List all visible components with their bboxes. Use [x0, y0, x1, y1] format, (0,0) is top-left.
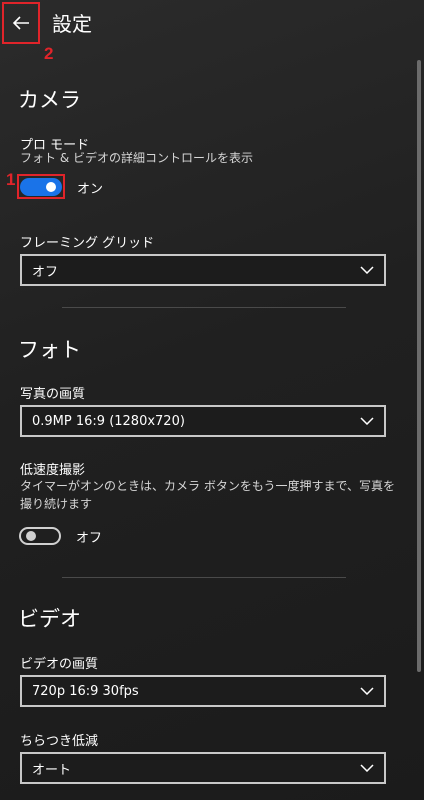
- callout-number-2: 2: [44, 44, 54, 63]
- time-lapse-description: タイマーがオンのときは、カメラ ボタンをもう一度押すまで、写真を撮り続けます: [20, 479, 395, 511]
- back-arrow-icon: [12, 16, 29, 30]
- flicker-reduction-select[interactable]: オート: [20, 752, 386, 784]
- framing-grid-select[interactable]: オフ: [20, 254, 386, 286]
- flicker-reduction-label: ちらつき低減: [20, 734, 99, 749]
- section-divider: [62, 577, 346, 578]
- section-divider: [62, 307, 346, 308]
- chevron-down-icon: [360, 266, 374, 274]
- section-heading-video: ビデオ: [18, 607, 81, 631]
- back-button[interactable]: [2, 2, 40, 44]
- vertical-scrollbar[interactable]: [417, 60, 421, 672]
- time-lapse-state: オフ: [76, 530, 103, 546]
- toggle-thumb: [46, 182, 56, 192]
- pro-mode-description: フォト & ビデオの詳細コントロールを表示: [20, 151, 253, 165]
- time-lapse-toggle[interactable]: オフ: [19, 524, 102, 548]
- toggle-thumb: [26, 531, 36, 541]
- section-heading-camera: カメラ: [18, 88, 81, 112]
- toggle-track: [19, 527, 61, 545]
- video-quality-label: ビデオの画質: [20, 657, 99, 672]
- photo-quality-label: 写真の画質: [20, 387, 86, 402]
- page-title: 設定: [52, 12, 92, 36]
- chevron-down-icon: [360, 687, 374, 695]
- pro-mode-state: オン: [77, 181, 104, 197]
- toggle-track: [20, 178, 62, 196]
- photo-quality-value: 0.9MP 16:9 (1280x720): [32, 413, 185, 429]
- section-heading-photo: フォト: [18, 338, 81, 362]
- framing-grid-value: オフ: [32, 264, 59, 280]
- chevron-down-icon: [360, 417, 374, 425]
- chevron-down-icon: [360, 764, 374, 772]
- photo-quality-select[interactable]: 0.9MP 16:9 (1280x720): [20, 405, 386, 437]
- pro-mode-toggle[interactable]: オン: [20, 175, 103, 199]
- framing-grid-label: フレーミング グリッド: [20, 236, 155, 251]
- video-quality-select[interactable]: 720p 16:9 30fps: [20, 675, 386, 707]
- flicker-reduction-value: オート: [32, 762, 72, 778]
- video-quality-value: 720p 16:9 30fps: [32, 683, 139, 699]
- callout-number-1: 1: [6, 170, 16, 189]
- time-lapse-label: 低速度撮影: [20, 463, 86, 478]
